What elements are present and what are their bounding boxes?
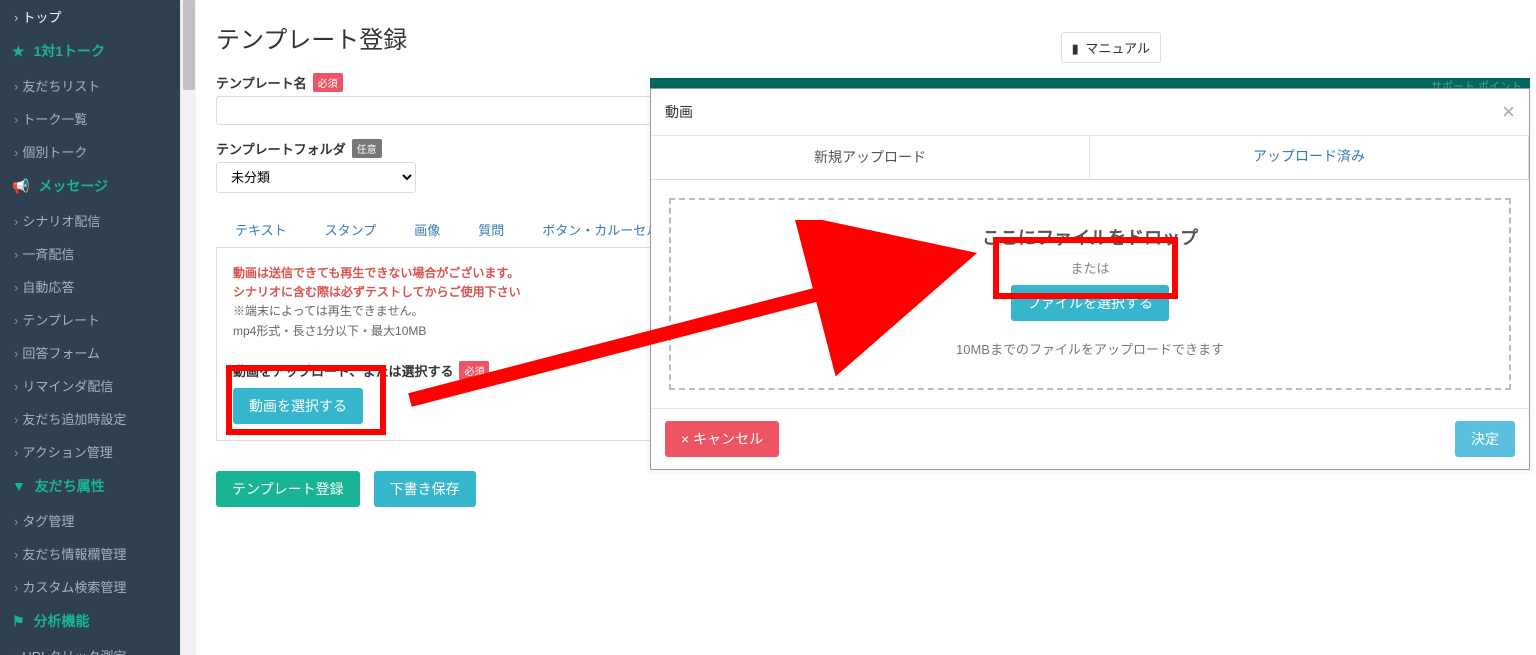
sidebar: トップ ★ 1対1トーク 友だちリスト トーク一覧 個別トーク 📢 メッセージ … xyxy=(0,0,180,655)
modal-tab-new[interactable]: 新規アップロード xyxy=(651,136,1090,179)
select-video-button[interactable]: 動画を選択する xyxy=(233,388,363,424)
confirm-button[interactable]: 決定 xyxy=(1455,421,1515,457)
template-name-label: テンプレート名 xyxy=(216,73,307,92)
sidebar-header-analytics[interactable]: ⚑ 分析機能 xyxy=(0,603,180,639)
file-select-button[interactable]: ファイルを選択する xyxy=(1011,285,1169,321)
required-badge: 必須 xyxy=(313,73,343,92)
tab-text[interactable]: テキスト xyxy=(216,211,306,247)
sidebar-header-label: メッセージ xyxy=(38,178,108,194)
sidebar-item-autoreply[interactable]: 自動応答 xyxy=(0,270,180,303)
sidebar-item-action[interactable]: アクション管理 xyxy=(0,435,180,468)
manual-button[interactable]: ▮ マニュアル xyxy=(1061,32,1161,63)
sidebar-item-addfriend[interactable]: 友だち追加時設定 xyxy=(0,402,180,435)
sidebar-header-label: 1対1トーク xyxy=(33,43,105,59)
sidebar-item-form[interactable]: 回答フォーム xyxy=(0,336,180,369)
sidebar-item-template[interactable]: テンプレート xyxy=(0,303,180,336)
backdrop-text: サポート ポイント xyxy=(650,78,1530,88)
modal-header: 動画 × xyxy=(651,89,1529,136)
sidebar-item-search[interactable]: カスタム検索管理 xyxy=(0,570,180,603)
sidebar-item-top[interactable]: トップ xyxy=(0,0,180,33)
manual-label: マニュアル xyxy=(1085,41,1150,56)
cancel-button[interactable]: × キャンセル xyxy=(665,421,779,457)
sidebar-item-info[interactable]: 友だち情報欄管理 xyxy=(0,537,180,570)
modal-close-button[interactable]: × xyxy=(1502,99,1515,125)
sidebar-item-broadcast[interactable]: 一斉配信 xyxy=(0,237,180,270)
modal-tab-existing[interactable]: アップロード済み xyxy=(1090,136,1529,179)
draft-save-button[interactable]: 下書き保存 xyxy=(374,471,476,507)
flag-icon: ⚑ xyxy=(12,613,25,629)
modal-backdrop-strip: サポート ポイント xyxy=(650,78,1530,88)
sidebar-item-individual[interactable]: 個別トーク xyxy=(0,135,180,168)
dropzone-title: ここにファイルをドロップ xyxy=(687,224,1493,250)
tab-image[interactable]: 画像 xyxy=(395,211,459,247)
modal-tabs: 新規アップロード アップロード済み xyxy=(651,136,1529,180)
dropzone[interactable]: ここにファイルをドロップ または ファイルを選択する 10MBまでのファイルをア… xyxy=(669,198,1511,390)
upload-label: 動画をアップロード、または選択する xyxy=(233,361,453,380)
register-button[interactable]: テンプレート登録 xyxy=(216,471,360,507)
page-title: テンプレート登録 xyxy=(216,20,1516,55)
sidebar-item-talklist[interactable]: トーク一覧 xyxy=(0,102,180,135)
modal-title: 動画 xyxy=(665,102,693,122)
funnel-icon: ▼ xyxy=(12,478,26,494)
scrollbar-track[interactable] xyxy=(180,0,196,655)
sidebar-header-message[interactable]: 📢 メッセージ xyxy=(0,168,180,204)
x-icon: × xyxy=(681,431,689,447)
cancel-label: キャンセル xyxy=(693,431,763,447)
sidebar-item-tag[interactable]: タグ管理 xyxy=(0,504,180,537)
template-folder-select[interactable]: 未分類 xyxy=(216,162,416,193)
book-icon: ▮ xyxy=(1072,41,1079,56)
modal-footer: × キャンセル 決定 xyxy=(651,408,1529,469)
modal-body: ここにファイルをドロップ または ファイルを選択する 10MBまでのファイルをア… xyxy=(651,180,1529,408)
scrollbar-thumb[interactable] xyxy=(183,0,195,90)
sidebar-item-scenario[interactable]: シナリオ配信 xyxy=(0,204,180,237)
tab-question[interactable]: 質問 xyxy=(459,211,523,247)
star-icon: ★ xyxy=(12,43,25,59)
sidebar-header-talk[interactable]: ★ 1対1トーク xyxy=(0,33,180,69)
tab-stamp[interactable]: スタンプ xyxy=(306,211,396,247)
dropzone-note: 10MBまでのファイルをアップロードできます xyxy=(687,339,1493,358)
dropzone-or: または xyxy=(687,258,1493,277)
template-folder-label: テンプレートフォルダ xyxy=(216,139,346,158)
sidebar-header-label: 分析機能 xyxy=(33,613,89,629)
bullhorn-icon: 📢 xyxy=(12,178,29,194)
sidebar-item-friendlist[interactable]: 友だちリスト xyxy=(0,69,180,102)
sidebar-header-label: 友だち属性 xyxy=(35,478,105,494)
sidebar-item-urlclick[interactable]: URLクリック測定 xyxy=(0,639,180,655)
required-badge: 必須 xyxy=(459,361,489,380)
action-buttons: テンプレート登録 下書き保存 xyxy=(216,471,1516,507)
sidebar-item-reminder[interactable]: リマインダ配信 xyxy=(0,369,180,402)
upload-modal: 動画 × 新規アップロード アップロード済み ここにファイルをドロップ または … xyxy=(650,88,1530,470)
sidebar-header-attributes[interactable]: ▼ 友だち属性 xyxy=(0,468,180,504)
optional-badge: 任意 xyxy=(352,139,382,158)
